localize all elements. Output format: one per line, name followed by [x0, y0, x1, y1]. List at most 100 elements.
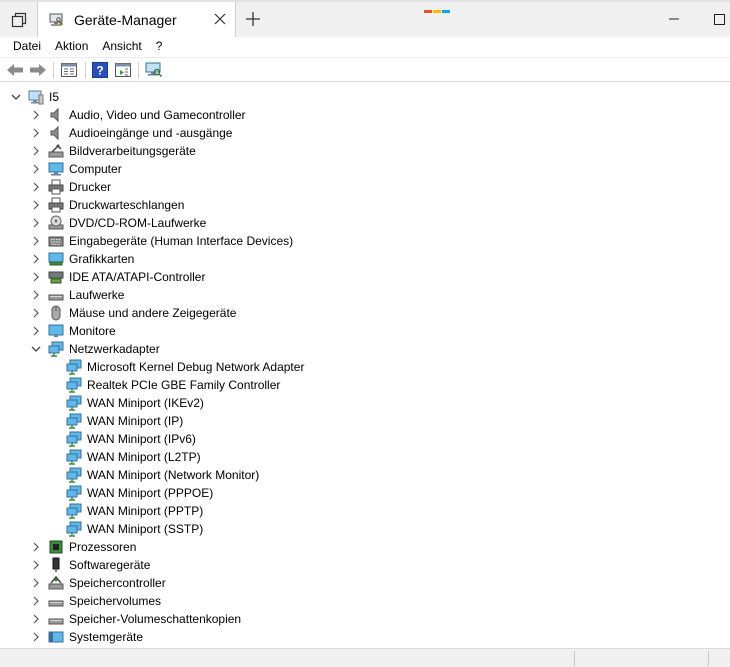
tree-device[interactable]: WAN Miniport (Network Monitor): [66, 466, 259, 484]
tree-expander[interactable]: [30, 577, 42, 589]
status-divider: [708, 651, 709, 666]
tab-switcher-button[interactable]: [0, 2, 37, 37]
tree-category-label: Softwaregeräte: [69, 558, 151, 572]
network-adapter-icon: [66, 395, 82, 411]
tree-device-label: WAN Miniport (IKEv2): [87, 396, 204, 410]
chevron-right-icon: [33, 272, 39, 282]
tree-device[interactable]: WAN Miniport (PPPOE): [66, 484, 213, 502]
tree-category[interactable]: Prozessoren: [30, 538, 136, 556]
menu-help[interactable]: ?: [149, 37, 170, 57]
tree-expander[interactable]: [30, 631, 42, 643]
tree-device[interactable]: WAN Miniport (IP): [66, 412, 183, 430]
tree-category[interactable]: Speichervolumes: [30, 592, 161, 610]
tree-expander[interactable]: [30, 343, 42, 355]
tree-expander[interactable]: [10, 91, 22, 103]
chevron-right-icon: [33, 596, 39, 606]
tree-category[interactable]: Speichercontroller: [30, 574, 166, 592]
details-pane-button[interactable]: [113, 61, 133, 79]
menu-action[interactable]: Aktion: [48, 37, 95, 57]
chevron-right-icon: [33, 326, 39, 336]
tab-close-button[interactable]: [212, 11, 228, 27]
chevron-right-icon: [33, 578, 39, 588]
tree-category-label: Speicher-Volumeschattenkopien: [69, 612, 242, 626]
minimize-button[interactable]: [665, 10, 683, 28]
tree-expander[interactable]: [30, 613, 42, 625]
tree-category[interactable]: Computer: [30, 160, 122, 178]
menu-bar: Datei Aktion Ansicht ?: [0, 37, 730, 57]
tree-category[interactable]: Speicher-Volumeschattenkopien: [30, 610, 241, 628]
tab-device-manager[interactable]: Geräte-Manager: [37, 2, 236, 37]
svg-text:?: ?: [96, 64, 103, 78]
tree-device[interactable]: WAN Miniport (L2TP): [66, 448, 201, 466]
device-manager-app-icon: [48, 11, 66, 29]
tree-expander[interactable]: [30, 595, 42, 607]
tree-root[interactable]: I5: [10, 88, 59, 106]
tree-expander[interactable]: [30, 127, 42, 139]
tree-device[interactable]: Microsoft Kernel Debug Network Adapter: [66, 358, 304, 376]
scan-hardware-icon: [145, 62, 162, 77]
tree-category[interactable]: DVD/CD-ROM-Laufwerke: [30, 214, 206, 232]
tree-category[interactable]: Monitore: [30, 322, 116, 340]
tree-expander[interactable]: [30, 163, 42, 175]
tree-category-network[interactable]: Netzwerkadapter: [30, 340, 160, 358]
tree-device[interactable]: WAN Miniport (IKEv2): [66, 394, 204, 412]
tree-expander[interactable]: [30, 253, 42, 265]
tree-category[interactable]: Audio, Video und Gamecontroller: [30, 106, 246, 124]
tree-category[interactable]: Eingabegeräte (Human Interface Devices): [30, 232, 293, 250]
tree-expander[interactable]: [30, 289, 42, 301]
help-icon: ?: [92, 62, 108, 78]
tree-category-label: DVD/CD-ROM-Laufwerke: [69, 216, 207, 230]
tree-device[interactable]: WAN Miniport (PPTP): [66, 502, 203, 520]
back-button[interactable]: [5, 61, 25, 79]
tree-expander[interactable]: [30, 181, 42, 193]
tree-category-label: Netzwerkadapter: [69, 342, 160, 356]
tree-category[interactable]: Systemgeräte: [30, 628, 143, 646]
chevron-right-icon: [33, 200, 39, 210]
menu-view[interactable]: Ansicht: [95, 37, 148, 57]
tree-expander[interactable]: [30, 235, 42, 247]
tree-category[interactable]: Grafikkarten: [30, 250, 134, 268]
title-bar: Geräte-Manager: [0, 0, 730, 37]
help-button[interactable]: ?: [90, 61, 110, 79]
tree-category[interactable]: Bildverarbeitungsgeräte: [30, 142, 196, 160]
tree-expander[interactable]: [30, 559, 42, 571]
tree-expander[interactable]: [30, 271, 42, 283]
speaker-icon: [48, 107, 64, 123]
properties-button[interactable]: [59, 61, 79, 79]
toolbar-separator: [53, 62, 54, 78]
maximize-icon: [714, 14, 725, 25]
tree-category[interactable]: Drucker: [30, 178, 111, 196]
status-bar: [0, 648, 730, 667]
forward-button[interactable]: [28, 61, 48, 79]
tree-expander[interactable]: [30, 541, 42, 553]
tree-expander[interactable]: [30, 109, 42, 121]
maximize-button[interactable]: [714, 10, 730, 28]
tree-category[interactable]: Druckwarteschlangen: [30, 196, 184, 214]
computer-icon: [48, 161, 64, 177]
tree-category[interactable]: Mäuse und andere Zeigegeräte: [30, 304, 236, 322]
tree-expander[interactable]: [30, 199, 42, 211]
tree-expander[interactable]: [30, 307, 42, 319]
menu-file[interactable]: Datei: [0, 37, 48, 57]
tree-device[interactable]: WAN Miniport (SSTP): [66, 520, 203, 538]
network-adapter-icon: [66, 485, 82, 501]
tree-device[interactable]: WAN Miniport (IPv6): [66, 430, 196, 448]
forward-arrow-icon: [30, 64, 46, 76]
tree-category[interactable]: Audioeingänge und -ausgänge: [30, 124, 232, 142]
ide-controller-icon: [48, 269, 64, 285]
scan-hardware-button[interactable]: [144, 61, 164, 79]
keyboard-icon: [48, 233, 64, 249]
tree-device[interactable]: Realtek PCIe GBE Family Controller: [66, 376, 280, 394]
tree-device-label: WAN Miniport (Network Monitor): [87, 468, 260, 482]
new-tab-button[interactable]: [242, 8, 264, 30]
tree-expander[interactable]: [30, 325, 42, 337]
tree-category[interactable]: Laufwerke: [30, 286, 124, 304]
disk-drive-icon: [48, 593, 64, 609]
tree-expander[interactable]: [30, 217, 42, 229]
tree-expander[interactable]: [30, 145, 42, 157]
software-device-icon: [48, 557, 64, 573]
display-adapter-icon: [48, 251, 64, 267]
tree-category[interactable]: IDE ATA/ATAPI-Controller: [30, 268, 205, 286]
chevron-right-icon: [33, 218, 39, 228]
tree-category[interactable]: Softwaregeräte: [30, 556, 150, 574]
